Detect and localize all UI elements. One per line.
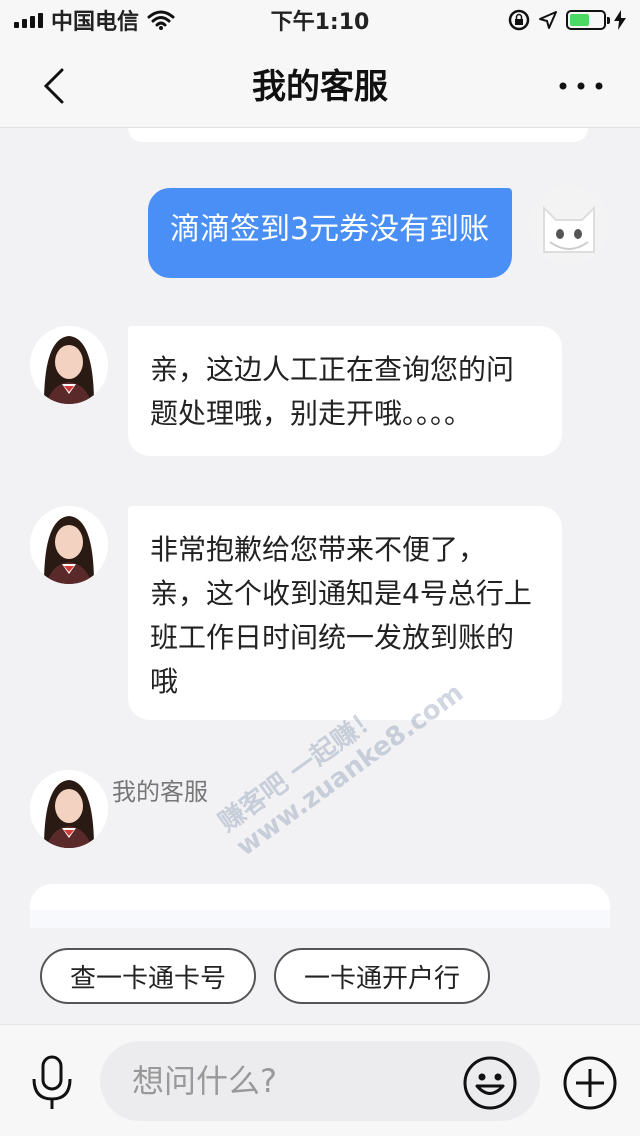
battery-icon — [566, 10, 610, 30]
nav-bar: 我的客服 — [0, 40, 640, 128]
previous-message-bubble — [128, 128, 588, 142]
agent-photo-icon — [30, 506, 108, 584]
user-avatar[interactable] — [530, 186, 608, 264]
agent-avatar[interactable] — [30, 770, 108, 848]
chevron-left-icon[interactable] — [38, 66, 72, 106]
quick-reply-button[interactable]: 一卡通开户行 — [274, 948, 491, 1004]
wifi-icon — [147, 10, 175, 30]
rotation-lock-icon — [508, 9, 530, 31]
agent-avatar[interactable] — [30, 506, 108, 584]
agent-avatar[interactable] — [30, 326, 108, 404]
user-message-text: 滴滴签到3元券没有到账 — [170, 212, 490, 247]
status-bar: 中国电信 下午1:10 — [0, 0, 640, 40]
location-icon — [539, 11, 557, 29]
page-title: 我的客服 — [252, 67, 388, 107]
agent-card-body — [30, 910, 610, 928]
agent-photo-icon — [30, 326, 108, 404]
charging-icon — [614, 10, 626, 30]
sender-name: 我的客服 — [112, 778, 208, 806]
signal-icon — [14, 12, 43, 28]
microphone-icon[interactable] — [30, 1055, 74, 1111]
agent-message-text: 亲，这边人工正在查询您的问题处理哦，别走开哦。。。。 — [150, 353, 515, 430]
agent-photo-icon — [30, 770, 108, 848]
quick-reply-bar: 查一卡通卡号 一卡通开户行 — [0, 928, 640, 1024]
ellipsis-icon[interactable] — [558, 66, 604, 106]
emoji-icon[interactable] — [462, 1055, 518, 1111]
agent-message-bubble[interactable]: 非常抱歉给您带来不便了，亲，这个收到通知是4号总行上班工作日时间统一发放到账的哦 — [128, 506, 562, 720]
quick-reply-button[interactable]: 查一卡通卡号 — [40, 948, 257, 1004]
user-message-bubble[interactable]: 滴滴签到3元券没有到账 — [148, 188, 512, 278]
cat-avatar-icon — [530, 186, 608, 264]
chat-area[interactable]: 滴滴签到3元券没有到账 亲，这边人工正在查询您的问题处理哦，别走开哦。。。。 非… — [0, 128, 640, 928]
carrier-label: 中国电信 — [51, 10, 140, 35]
input-bar: 想问什么? — [0, 1024, 640, 1136]
add-icon[interactable] — [562, 1055, 618, 1111]
agent-message-bubble[interactable]: 亲，这边人工正在查询您的问题处理哦，别走开哦。。。。 — [128, 326, 562, 456]
agent-message-text: 非常抱歉给您带来不便了，亲，这个收到通知是4号总行上班工作日时间统一发放到账的哦 — [150, 533, 532, 698]
